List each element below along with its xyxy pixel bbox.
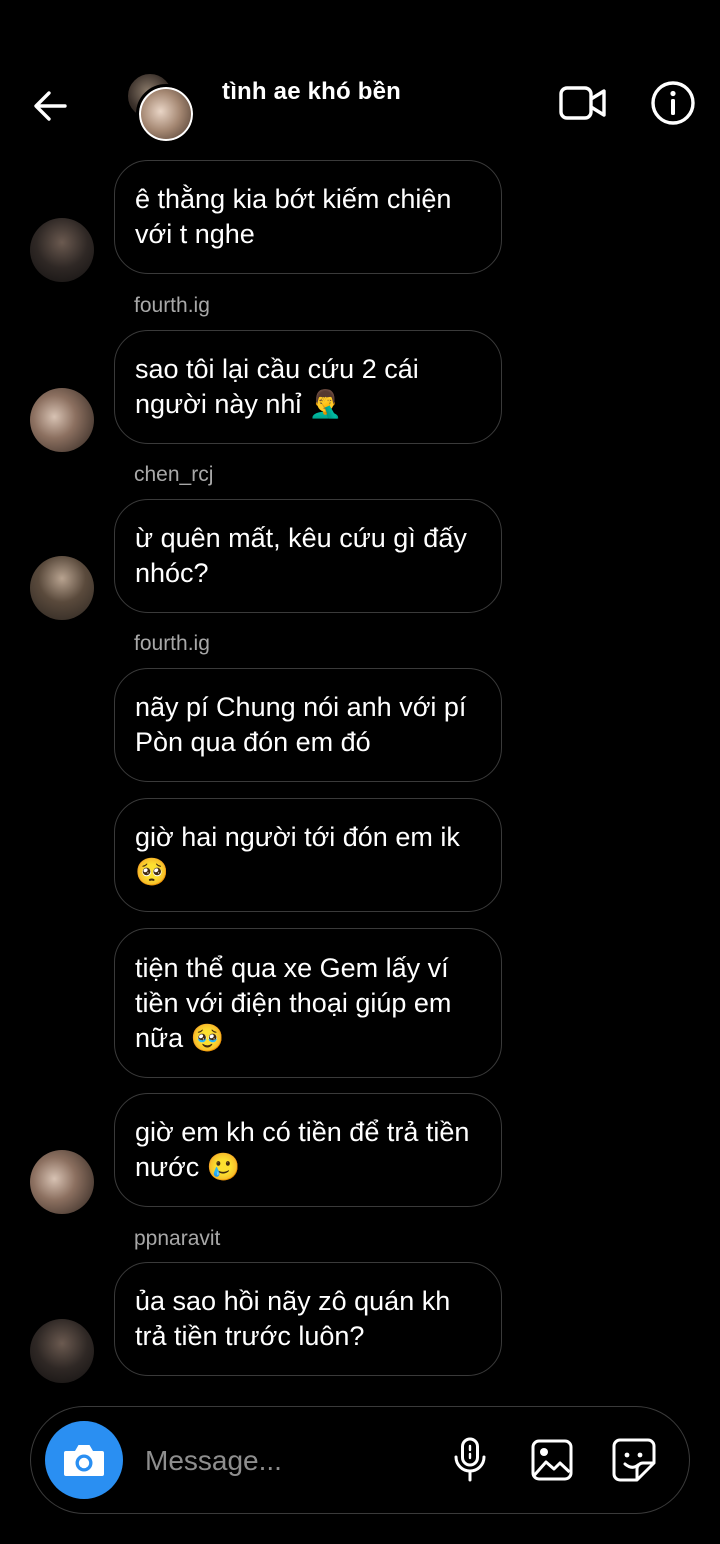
- message-text: nãy pí Chung nói anh với pí Pòn qua đón …: [135, 692, 467, 757]
- message-bubble[interactable]: ê thằng kia bớt kiếm chiện với t nghe: [114, 160, 502, 274]
- conversation-title[interactable]: tình ae khó bền: [222, 78, 401, 106]
- sender-name: chen_rcj: [134, 463, 214, 486]
- message-thread[interactable]: ê thằng kia bớt kiếm chiện với t nghe fo…: [0, 150, 720, 1400]
- message-input[interactable]: [143, 1437, 427, 1485]
- message-text: giờ hai người tới đón em ik 🥺: [135, 822, 460, 887]
- sender-name: fourth.ig: [134, 294, 210, 317]
- message-text: ê thằng kia bớt kiếm chiện với t nghe: [135, 184, 452, 249]
- message-bubble[interactable]: giờ hai người tới đón em ik 🥺: [114, 798, 502, 912]
- info-icon: [651, 81, 695, 125]
- video-call-button[interactable]: [556, 80, 610, 126]
- sender-avatar[interactable]: [30, 1150, 94, 1214]
- group-avatar[interactable]: [124, 72, 196, 144]
- sticker-icon: [612, 1438, 656, 1482]
- info-button[interactable]: [648, 78, 698, 128]
- message-text: giờ em kh có tiền để trả tiền nước 🥲: [135, 1117, 470, 1182]
- sender-avatar[interactable]: [30, 556, 94, 620]
- message-bubble[interactable]: sao tôi lại cầu cứu 2 cái người này nhỉ …: [114, 330, 502, 444]
- sender-name: fourth.ig: [134, 632, 210, 655]
- sender-name: ppnaravit: [134, 1227, 221, 1250]
- message-bubble[interactable]: giờ em kh có tiền để trả tiền nước 🥲: [114, 1093, 502, 1207]
- image-icon: [531, 1439, 573, 1481]
- gallery-button[interactable]: [525, 1433, 579, 1487]
- message-text: ủa sao hồi nãy zô quán kh trả tiền trước…: [135, 1286, 451, 1351]
- camera-button[interactable]: [45, 1421, 123, 1499]
- message-text: tiện thể qua xe Gem lấy ví tiền với điện…: [135, 952, 452, 1053]
- sticker-button[interactable]: [607, 1433, 661, 1487]
- group-avatar-photo-front: [136, 84, 196, 144]
- back-button[interactable]: [28, 84, 72, 128]
- chat-header: tình ae khó bền: [0, 0, 720, 150]
- arrow-left-icon: [34, 91, 67, 121]
- voice-message-button[interactable]: [443, 1433, 497, 1487]
- message-bubble[interactable]: ừ quên mất, kêu cứu gì đấy nhóc?: [114, 499, 502, 613]
- sender-avatar[interactable]: [30, 388, 94, 452]
- message-bubble[interactable]: nãy pí Chung nói anh với pí Pòn qua đón …: [114, 668, 502, 782]
- sender-avatar[interactable]: [30, 1319, 94, 1383]
- message-bubble[interactable]: ủa sao hồi nãy zô quán kh trả tiền trước…: [114, 1262, 502, 1376]
- sender-avatar[interactable]: [30, 218, 94, 282]
- camera-icon: [64, 1445, 104, 1476]
- message-bubble[interactable]: tiện thể qua xe Gem lấy ví tiền với điện…: [114, 928, 502, 1078]
- message-composer: [30, 1406, 690, 1514]
- message-text: ừ quên mất, kêu cứu gì đấy nhóc?: [135, 523, 467, 588]
- message-text: sao tôi lại cầu cứu 2 cái người này nhỉ …: [135, 354, 419, 419]
- video-camera-icon: [559, 86, 606, 120]
- microphone-icon: [454, 1437, 486, 1482]
